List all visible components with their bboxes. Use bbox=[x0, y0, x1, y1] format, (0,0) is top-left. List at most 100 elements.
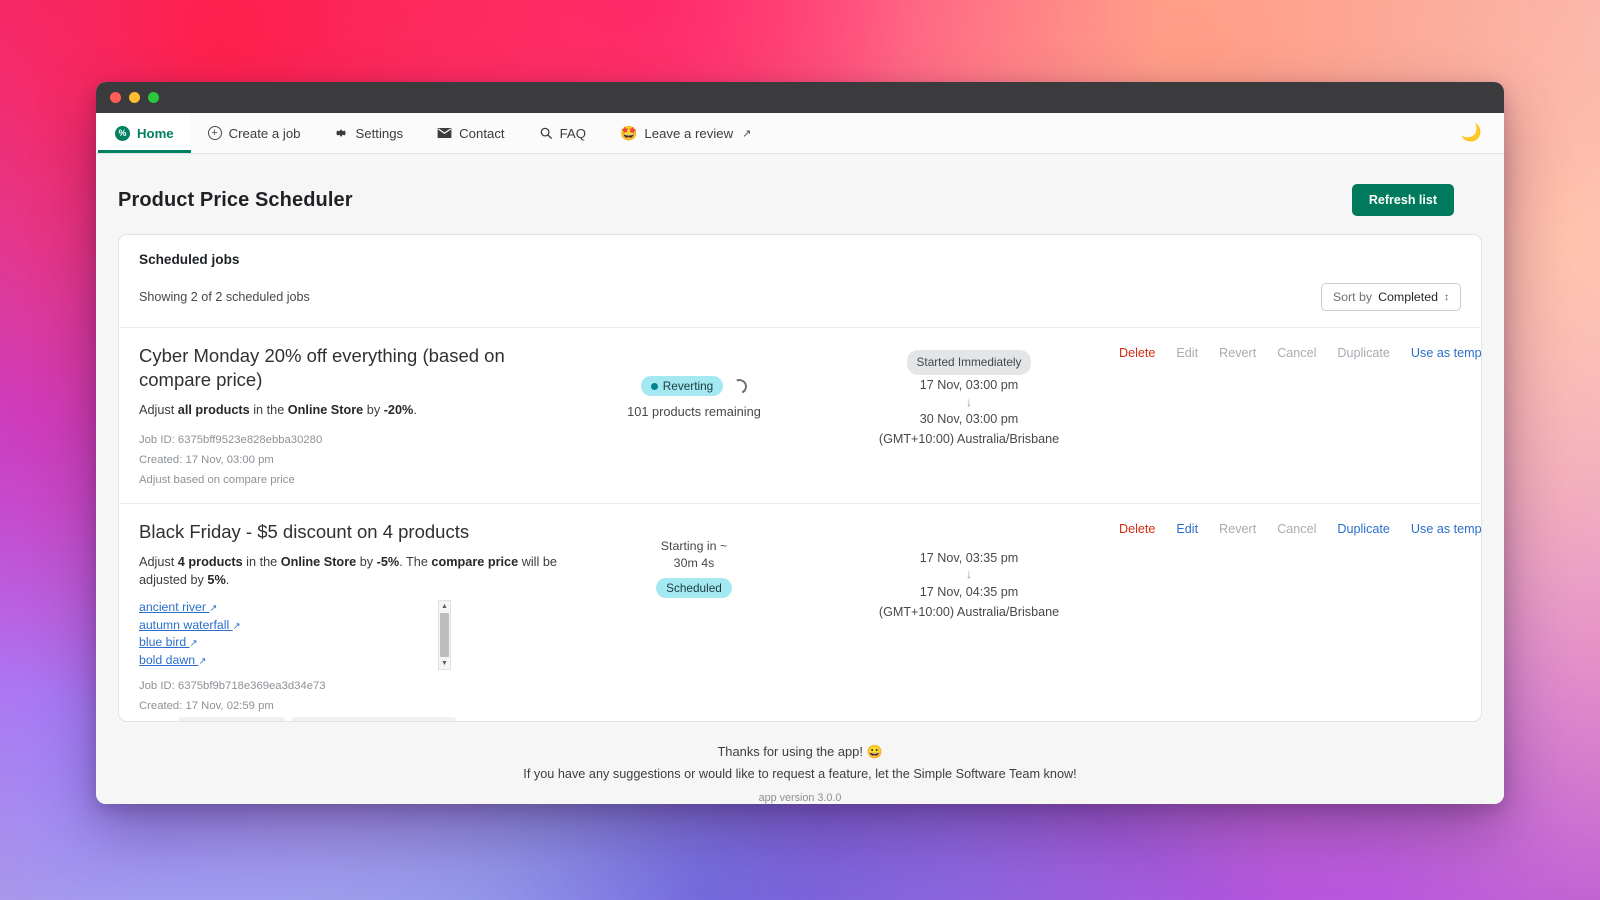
footer-version: app version 3.0.0 bbox=[758, 792, 842, 804]
cancel-action: Cancel bbox=[1277, 521, 1317, 536]
use-as-template-action[interactable]: Use as template bbox=[1411, 522, 1481, 536]
footer-thanks-line: Thanks for using the app! 😀 bbox=[717, 744, 883, 759]
product-list-scrollbar[interactable]: ▲ ▼ bbox=[438, 600, 451, 671]
product-link-label: blue bird bbox=[139, 635, 190, 650]
schedule-start: 17 Nov, 03:35 pm bbox=[919, 550, 1019, 565]
external-link-icon: ↗ bbox=[232, 620, 241, 632]
nav-item-contact[interactable]: Contact bbox=[420, 113, 521, 153]
scrollbar-thumb[interactable] bbox=[440, 613, 449, 658]
status-badge-label: Reverting bbox=[662, 379, 714, 393]
job-actions: Delete Edit Revert Cancel Duplicate Use … bbox=[1119, 344, 1481, 360]
footer-suggestions-line: If you have any suggestions or would lik… bbox=[523, 767, 1077, 781]
status-dot-icon bbox=[650, 382, 658, 390]
arrow-down-icon: ↓ bbox=[966, 567, 972, 582]
edit-action[interactable]: Edit bbox=[1176, 522, 1198, 536]
nav-item-faq[interactable]: FAQ bbox=[522, 113, 603, 153]
window-maximize-button[interactable] bbox=[148, 92, 159, 103]
product-list-scroll-area: ancient river ↗ autumn waterfall ↗ blue bi… bbox=[139, 600, 451, 671]
job-schedule-column: Started Immediately 17 Nov, 03:00 pm ↓ 3… bbox=[819, 344, 1119, 449]
nav-item-create-a-job[interactable]: + Create a job bbox=[191, 113, 318, 153]
arrow-down-icon: ↓ bbox=[966, 394, 972, 409]
use-as-template-action[interactable]: Use as template bbox=[1411, 346, 1481, 360]
status-badge: Scheduled bbox=[656, 578, 732, 599]
window-minimize-button[interactable] bbox=[129, 92, 140, 103]
revert-action: Revert bbox=[1219, 521, 1257, 536]
chevron-updown-icon: ↕ bbox=[1444, 291, 1449, 303]
scroll-up-arrow-icon[interactable]: ▲ bbox=[441, 601, 448, 612]
revert-action: Revert bbox=[1219, 346, 1257, 360]
job-info-column: Black Friday - $5 discount on 4 products… bbox=[139, 520, 569, 721]
job-created: Created: 17 Nov, 03:00 pm bbox=[139, 454, 274, 467]
nav-item-home-label: Home bbox=[137, 125, 174, 141]
job-title: Cyber Monday 20% off everything (based o… bbox=[139, 345, 505, 391]
schedule-start: 17 Nov, 03:00 pm bbox=[919, 378, 1019, 393]
external-link-icon: ↗ bbox=[198, 655, 207, 667]
card-subheader-row: Showing 2 of 2 scheduled jobs Sort by Co… bbox=[119, 273, 1481, 327]
theme-toggle-button[interactable]: 🌙 bbox=[1451, 113, 1504, 153]
gear-icon bbox=[334, 126, 348, 140]
schedule-end: 17 Nov, 04:35 pm bbox=[919, 584, 1019, 599]
schedule-end: 30 Nov, 03:00 pm bbox=[919, 411, 1019, 426]
plus-circle-icon: + bbox=[207, 126, 222, 140]
external-link-icon: ↗ bbox=[209, 603, 218, 615]
product-link-label: autumn waterfall bbox=[139, 617, 233, 632]
delete-action[interactable]: Delete bbox=[1119, 346, 1155, 360]
starting-in-line2: 30m 4s bbox=[673, 555, 715, 570]
product-link[interactable]: blue bird ↗ bbox=[139, 635, 438, 650]
edit-action: Edit bbox=[1176, 346, 1199, 360]
product-link-label: bold dawn bbox=[139, 652, 199, 667]
job-row: Black Friday - $5 discount on 4 products… bbox=[119, 502, 1481, 721]
external-link-icon: ↗ bbox=[742, 127, 752, 140]
schedule-timezone: (GMT+10:00) Australia/Brisbane bbox=[878, 432, 1060, 447]
sort-by-value: Completed bbox=[1378, 290, 1438, 304]
main-navigation: % Home + Create a job Settings Contact F… bbox=[96, 113, 1504, 154]
star-struck-emoji-icon: 🤩 bbox=[619, 124, 638, 141]
job-created: Created: 17 Nov, 02:59 pm bbox=[139, 699, 274, 712]
job-note: Adjust based on compare price bbox=[139, 474, 295, 486]
card-header: Scheduled jobs bbox=[119, 235, 1481, 273]
percent-badge-icon: % bbox=[115, 125, 130, 141]
job-schedule-column: 17 Nov, 03:35 pm ↓ 17 Nov, 04:35 pm (GMT… bbox=[819, 520, 1119, 622]
window-close-button[interactable] bbox=[110, 92, 121, 103]
mail-icon bbox=[437, 127, 452, 139]
job-actions: Delete Edit Revert Cancel Duplicate Use … bbox=[1119, 520, 1481, 536]
scroll-down-arrow-icon[interactable]: ▼ bbox=[441, 658, 448, 669]
nav-item-settings[interactable]: Settings bbox=[317, 113, 420, 153]
nav-item-home[interactable]: % Home bbox=[98, 113, 191, 153]
starting-in-line1: Starting in ~ bbox=[660, 538, 728, 553]
job-description: Adjust all products in the Online Store … bbox=[139, 403, 417, 418]
products-remaining-label: 101 products remaining bbox=[627, 404, 761, 419]
duplicate-action[interactable]: Duplicate bbox=[1337, 522, 1390, 536]
page-title: Product Price Scheduler bbox=[118, 188, 353, 211]
job-description: Adjust 4 products in the Online Store by… bbox=[139, 554, 557, 588]
external-link-icon: ↗ bbox=[189, 638, 198, 650]
job-row: Cyber Monday 20% off everything (based o… bbox=[119, 327, 1481, 503]
window-titlebar bbox=[96, 82, 1504, 113]
nav-item-faq-label: FAQ bbox=[559, 125, 586, 141]
job-status-row: Reverting bbox=[569, 376, 819, 396]
nav-item-leave-a-review-label: Leave a review bbox=[644, 125, 734, 141]
job-status-column: Starting in ~ 30m 4s Scheduled bbox=[569, 520, 819, 599]
started-immediately-badge: Started Immediately bbox=[906, 350, 1032, 376]
refresh-list-button[interactable]: Refresh list bbox=[1351, 184, 1454, 216]
sort-by-prefix: Sort by bbox=[1332, 290, 1373, 304]
nav-item-leave-a-review[interactable]: 🤩 Leave a review ↗ bbox=[603, 113, 768, 153]
jobs-count-label: Showing 2 of 2 scheduled jobs bbox=[139, 290, 310, 304]
product-list: ancient river ↗ autumn waterfall ↗ blue bi… bbox=[139, 600, 438, 670]
nav-item-settings-label: Settings bbox=[355, 125, 404, 141]
cancel-action: Cancel bbox=[1277, 346, 1317, 360]
product-link-label: ancient river bbox=[139, 600, 210, 615]
sort-by-select[interactable]: Sort by Completed ↕ bbox=[1320, 283, 1461, 311]
nav-item-contact-label: Contact bbox=[459, 125, 505, 141]
job-id: Job ID: 6375bf9b718e369ea3d34e73 bbox=[139, 680, 326, 693]
product-link[interactable]: ancient river ↗ bbox=[139, 600, 438, 615]
moon-icon: 🌙 bbox=[1460, 123, 1482, 142]
product-link[interactable]: autumn waterfall ↗ bbox=[139, 618, 438, 633]
product-link[interactable]: bold dawn ↗ bbox=[139, 653, 438, 668]
loading-spinner-icon bbox=[730, 376, 750, 396]
delete-action[interactable]: Delete bbox=[1119, 522, 1155, 536]
job-info-column: Cyber Monday 20% off everything (based o… bbox=[139, 344, 569, 489]
page-header: Product Price Scheduler Refresh list bbox=[96, 154, 1504, 234]
duplicate-action: Duplicate bbox=[1337, 346, 1390, 360]
